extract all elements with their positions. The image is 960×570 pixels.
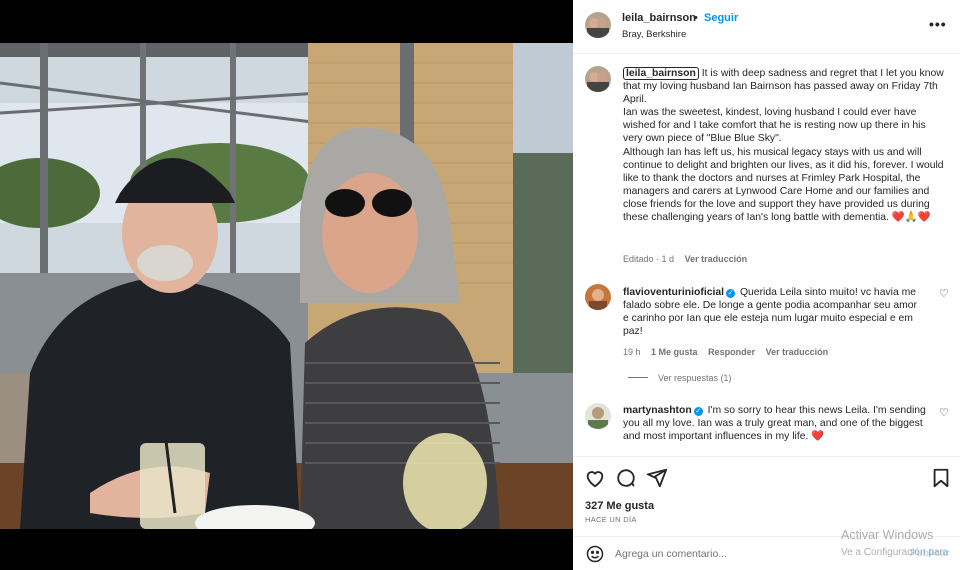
view-replies-label: Ver respuestas (1) [658, 373, 732, 383]
post-time-ago: HACE UN DÍA [585, 515, 637, 524]
comment-input[interactable] [615, 546, 865, 562]
verified-badge-icon: ✓ [693, 407, 703, 416]
comments-section[interactable]: leila_bairnson It is with deep sadness a… [573, 55, 960, 456]
author-avatar[interactable] [585, 12, 611, 38]
commenter-avatar[interactable] [585, 403, 611, 429]
likes-count[interactable]: 327 Me gusta [585, 500, 654, 512]
windows-activation-watermark: Activar Windows [841, 528, 934, 542]
post-details-panel: leila_bairnson • Seguir Bray, Berkshire … [573, 0, 960, 570]
caption-see-translation[interactable]: Ver traducción [685, 254, 748, 264]
caption-author-avatar[interactable] [585, 66, 611, 92]
comment-like-heart-icon[interactable]: ♡ [939, 406, 949, 419]
comment-likes[interactable]: 1 Me gusta [651, 347, 698, 357]
comment-like-heart-icon[interactable]: ♡ [939, 287, 949, 300]
comment-time: 19 h [623, 347, 641, 357]
like-heart-icon[interactable] [584, 467, 606, 489]
comment-bubble-icon[interactable] [615, 467, 637, 489]
commenter-avatar[interactable] [585, 284, 611, 310]
share-send-icon[interactable] [646, 467, 668, 489]
comment-username[interactable]: martynashton [623, 405, 692, 416]
view-replies-button[interactable]: Ver respuestas (1) [628, 373, 732, 383]
emoji-picker-icon[interactable] [585, 544, 605, 564]
follow-button[interactable]: Seguir [704, 12, 738, 24]
caption-paragraph-2: Ian was the sweetest, kindest, loving hu… [623, 107, 926, 145]
post-header: leila_bairnson • Seguir Bray, Berkshire … [573, 0, 960, 54]
comment-heart-emoji: ❤️ [811, 431, 825, 443]
comment-see-translation[interactable]: Ver traducción [766, 347, 829, 357]
windows-activation-subtext: Ve a Configuración para [841, 547, 949, 558]
caption-meta: Editado · 1 d Ver traducción [623, 254, 755, 264]
avatar-icon [585, 66, 611, 92]
comment-meta: 19 h 1 Me gusta Responder Ver traducción [623, 347, 836, 357]
save-bookmark-icon[interactable] [930, 467, 952, 489]
photo-illustration [0, 43, 573, 529]
post-caption: leila_bairnson It is with deep sadness a… [623, 67, 948, 224]
avatar-icon [585, 284, 611, 310]
caption-username[interactable]: leila_bairnson [623, 67, 699, 80]
edited-label: Editado · 1 d [623, 254, 675, 264]
post-location[interactable]: Bray, Berkshire [622, 29, 686, 40]
post-photo[interactable] [0, 43, 573, 529]
caption-emojis: ❤️🙏❤️ [891, 212, 931, 224]
post-actions: 327 Me gusta HACE UN DÍA [573, 456, 960, 536]
reply-button[interactable]: Responder [708, 347, 755, 357]
avatar-icon [585, 12, 611, 38]
author-username[interactable]: leila_bairnson [622, 12, 696, 24]
separator-dot: • [694, 12, 698, 24]
photo-pane [0, 0, 573, 570]
more-options-icon[interactable]: ••• [929, 16, 947, 32]
comment-username[interactable]: flavioventurinioficial [623, 287, 724, 298]
comment-item: martynashton ✓ I'm so sorry to hear this … [623, 404, 933, 443]
avatar-icon [585, 403, 611, 429]
comment-item: flavioventurinioficial ✓ Querida Leila si… [623, 286, 923, 338]
verified-badge-icon: ✓ [726, 289, 736, 298]
replies-line [628, 377, 648, 378]
